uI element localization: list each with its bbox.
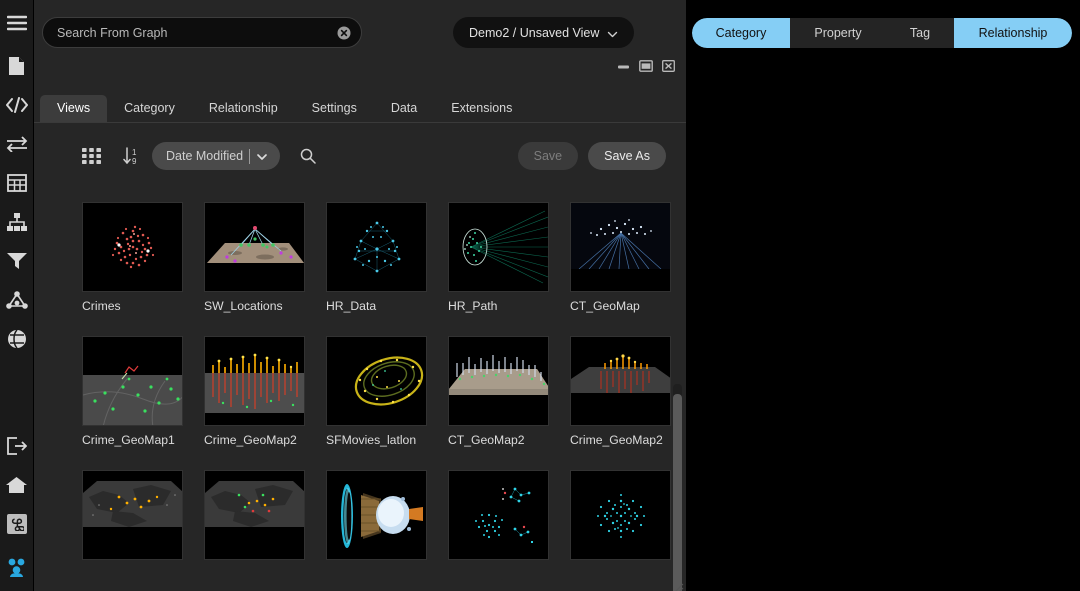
view-thumbnail — [82, 336, 183, 426]
view-card-label: Crime_GeoMap2 — [204, 433, 308, 447]
tab-category[interactable]: Category — [107, 95, 192, 123]
segment-tag[interactable]: Tag — [886, 18, 954, 48]
main-tabs: Views Category Relationship Settings Dat… — [34, 90, 686, 123]
clear-circle-icon[interactable] — [337, 26, 351, 40]
tab-relationship[interactable]: Relationship — [192, 95, 295, 123]
view-card[interactable] — [448, 470, 549, 567]
main-window: Search From Graph Demo2 / Unsaved View — [34, 0, 686, 591]
close-icon[interactable] — [662, 60, 675, 72]
view-card-label: Crime_GeoMap1 — [82, 433, 186, 447]
view-card[interactable]: HR_Path — [448, 202, 549, 313]
exchange-arrows-icon[interactable] — [0, 124, 34, 163]
logout-icon[interactable] — [0, 426, 34, 465]
segment-relationship[interactable]: Relationship — [954, 18, 1072, 48]
svg-text:9: 9 — [132, 157, 137, 165]
tab-views[interactable]: Views — [40, 95, 107, 123]
view-thumbnail — [82, 202, 183, 292]
view-thumbnail — [326, 336, 427, 426]
save-button[interactable]: Save — [518, 142, 579, 170]
view-thumbnail — [326, 202, 427, 292]
sort-descending-icon[interactable]: 19 — [123, 147, 140, 165]
chevron-down-icon — [607, 27, 618, 38]
view-card-label: CT_GeoMap2 — [448, 433, 552, 447]
view-card[interactable] — [204, 470, 305, 567]
chevron-down-icon — [256, 150, 268, 162]
view-card[interactable]: CT_GeoMap2 — [448, 336, 549, 447]
view-card[interactable]: Crime_GeoMap2 — [204, 336, 305, 447]
sort-field-select[interactable]: Date Modified — [152, 142, 280, 170]
view-thumbnail — [448, 336, 549, 426]
view-card[interactable]: Crime_GeoMap1 — [82, 336, 183, 447]
view-card[interactable]: Crimes — [82, 202, 183, 313]
right-panel-segmented-control: Category Property Tag Relationship — [692, 18, 1072, 48]
segment-category[interactable]: Category — [692, 18, 790, 48]
view-thumbnail — [204, 470, 305, 560]
code-icon[interactable] — [0, 85, 34, 124]
view-card-label: CT_GeoMap — [570, 299, 674, 313]
view-card-label: SFMovies_latlon — [326, 433, 430, 447]
search-icon[interactable] — [300, 148, 316, 164]
globe-icon[interactable] — [0, 319, 34, 358]
view-thumbnail — [448, 470, 549, 560]
view-card[interactable] — [82, 470, 183, 567]
hierarchy-icon[interactable] — [0, 202, 34, 241]
views-toolbar: 19 Date Modified Save Save As — [34, 123, 686, 189]
view-card[interactable]: SW_Locations — [204, 202, 305, 313]
window-controls — [617, 60, 675, 72]
view-thumbnail — [204, 336, 305, 426]
segment-property[interactable]: Property — [790, 18, 886, 48]
users-icon[interactable] — [0, 543, 34, 591]
sort-field-label: Date Modified — [166, 149, 243, 163]
save-as-button[interactable]: Save As — [588, 142, 666, 170]
filter-icon[interactable] — [0, 241, 34, 280]
right-panel: Category Property Tag Relationship — [686, 0, 1080, 591]
views-scrollbar[interactable] — [673, 384, 682, 591]
search-input[interactable]: Search From Graph — [42, 17, 362, 48]
view-card-label: HR_Path — [448, 299, 552, 313]
tab-data[interactable]: Data — [374, 95, 434, 123]
command-icon[interactable] — [0, 504, 34, 543]
table-icon[interactable] — [0, 163, 34, 202]
grid-view-icon[interactable] — [82, 148, 101, 164]
view-card-label: Crimes — [82, 299, 186, 313]
view-card-label: SW_Locations — [204, 299, 308, 313]
sort-separator — [249, 149, 250, 164]
view-selector-label: Demo2 / Unsaved View — [469, 26, 599, 40]
view-card[interactable]: CT_GeoMap — [570, 202, 671, 313]
left-sidebar — [0, 0, 34, 591]
search-input-value: Search From Graph — [57, 26, 337, 40]
home-icon[interactable] — [0, 465, 34, 504]
application-root: Search From Graph Demo2 / Unsaved View — [0, 0, 1080, 591]
view-thumbnail — [448, 202, 549, 292]
views-scrollbar-thumb[interactable] — [673, 394, 682, 591]
maximize-icon[interactable] — [639, 60, 653, 72]
view-thumbnail — [326, 470, 427, 560]
view-card[interactable]: HR_Data — [326, 202, 427, 313]
document-icon[interactable] — [0, 46, 34, 85]
view-selector[interactable]: Demo2 / Unsaved View — [453, 17, 634, 48]
top-bar: Search From Graph Demo2 / Unsaved View — [34, 0, 686, 54]
tab-extensions[interactable]: Extensions — [434, 95, 529, 123]
views-grid: Crimes SW_Locations HR_Data — [82, 202, 686, 590]
svg-text:1: 1 — [132, 148, 137, 157]
view-card-label: Crime_GeoMap2 — [570, 433, 674, 447]
menu-icon[interactable] — [0, 0, 34, 46]
view-thumbnail — [82, 470, 183, 560]
view-thumbnail — [570, 336, 671, 426]
view-card[interactable]: SFMovies_latlon — [326, 336, 427, 447]
view-card-label: HR_Data — [326, 299, 430, 313]
view-card[interactable] — [326, 470, 427, 567]
views-grid-area: Crimes SW_Locations HR_Data — [34, 189, 686, 591]
network-graph-icon[interactable] — [0, 280, 34, 319]
tab-settings[interactable]: Settings — [295, 95, 374, 123]
command-icon-box — [7, 514, 27, 534]
minimize-icon[interactable] — [617, 60, 630, 72]
view-thumbnail — [570, 470, 671, 560]
view-thumbnail — [204, 202, 305, 292]
resize-grip[interactable] — [674, 580, 684, 590]
view-card[interactable]: Crime_GeoMap2 — [570, 336, 671, 447]
view-thumbnail — [570, 202, 671, 292]
view-card[interactable] — [570, 470, 671, 567]
